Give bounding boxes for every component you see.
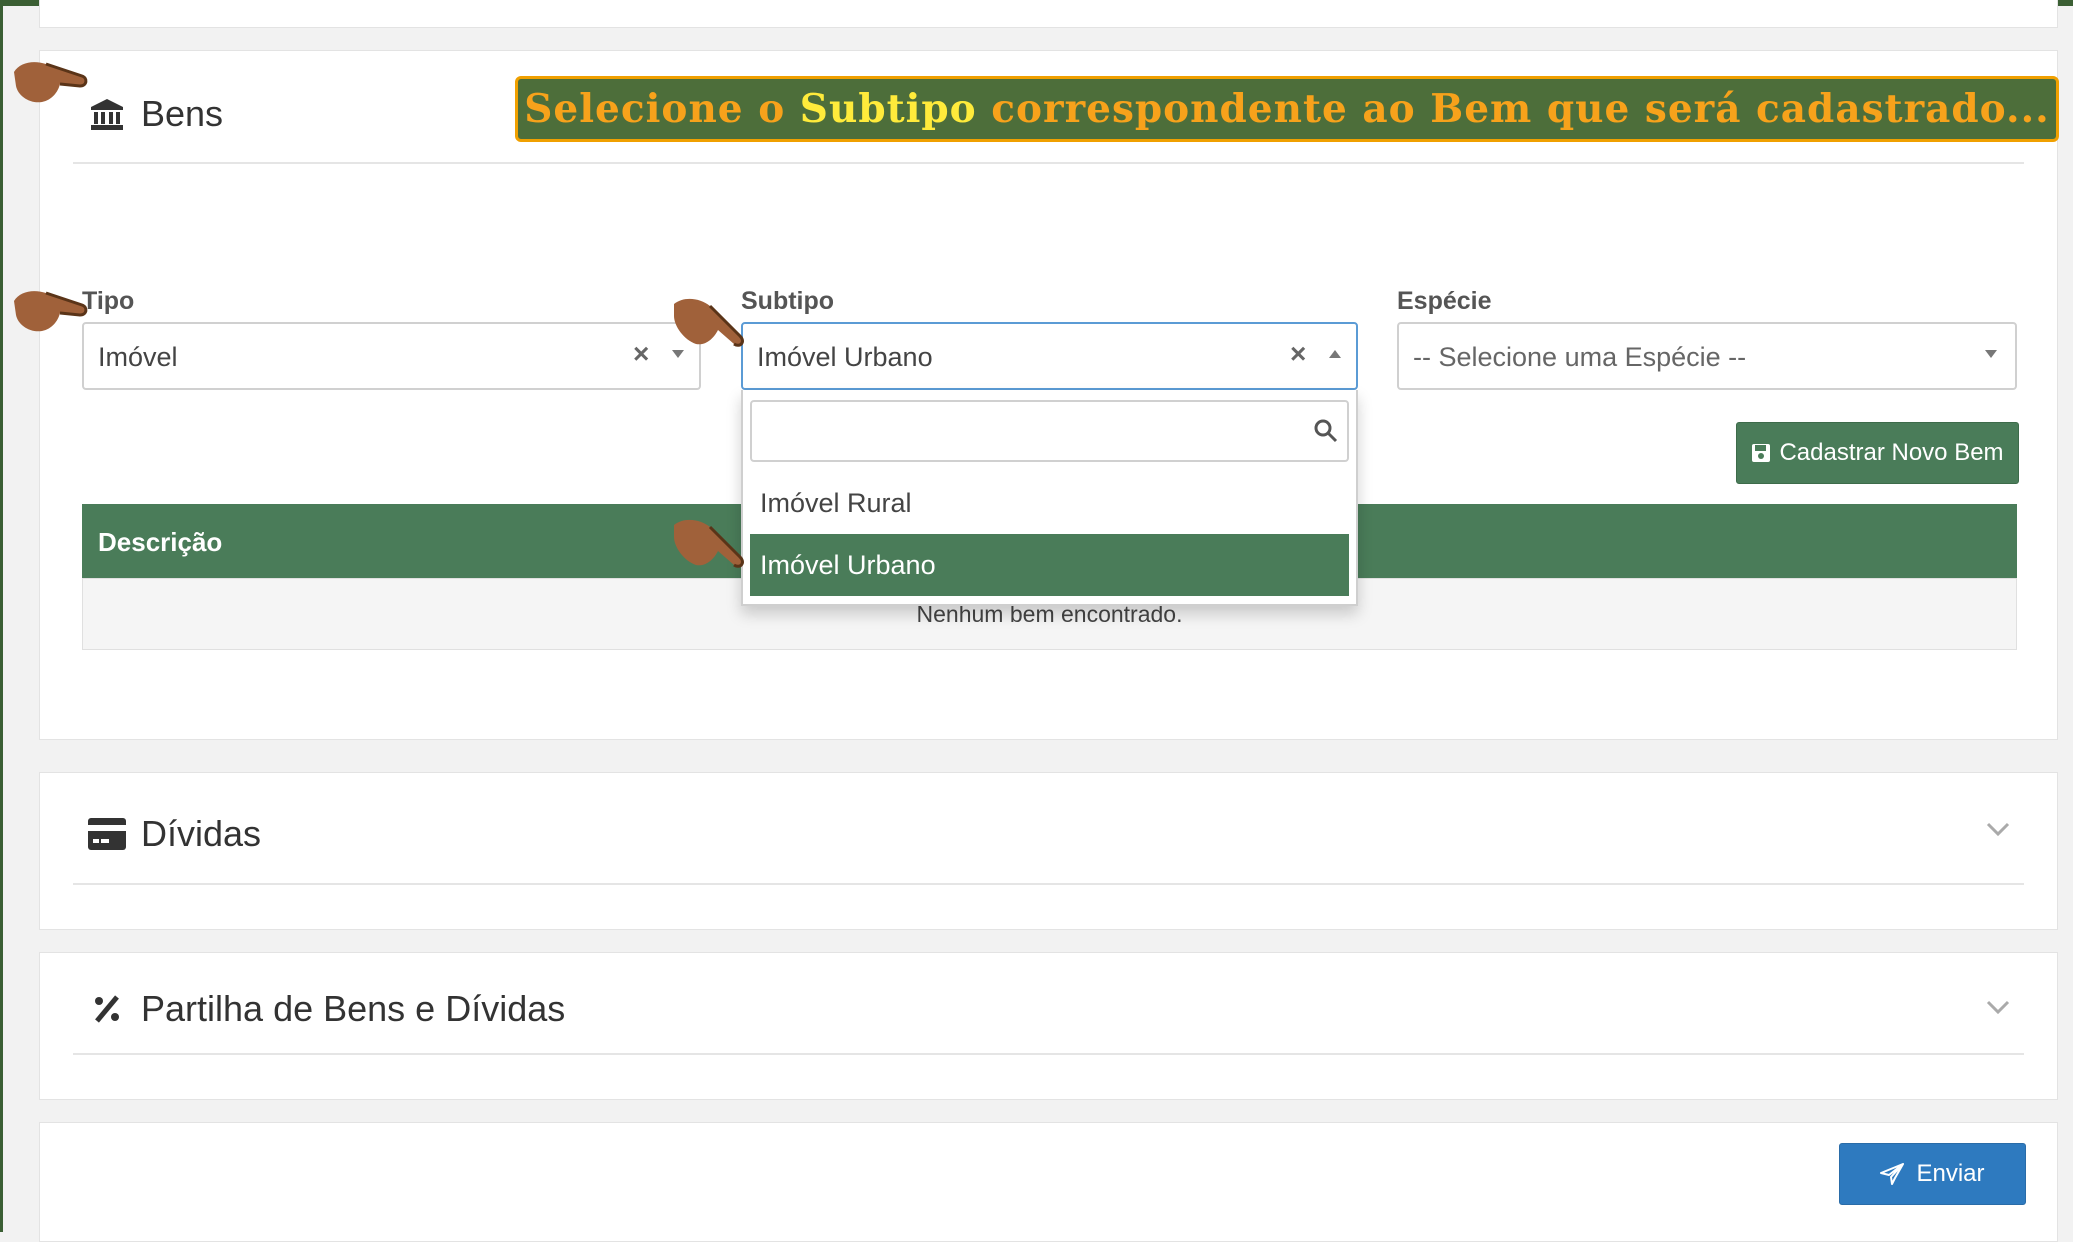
subtipo-option-selected[interactable]: Imóvel Urbano (750, 534, 1349, 596)
especie-select[interactable]: -- Selecione uma Espécie -- (1397, 322, 2017, 390)
especie-label: Espécie (1397, 287, 1492, 315)
subtipo-option[interactable]: Imóvel Rural (750, 472, 1349, 534)
percent-icon (87, 989, 127, 1029)
subtipo-label: Subtipo (741, 287, 835, 315)
banner-highlight: Subtipo (799, 86, 977, 132)
cadastrar-novo-bem-label: Cadastrar Novo Bem (1779, 439, 2004, 466)
footer-panel (39, 1122, 2058, 1242)
subtipo-value: Imóvel Urbano (757, 342, 933, 372)
enviar-label: Enviar (1916, 1160, 1985, 1187)
cadastrar-novo-bem-button[interactable]: Cadastrar Novo Bem (1736, 422, 2019, 484)
subtipo-arrow-up-icon[interactable] (1329, 350, 1341, 358)
tipo-value: Imóvel (98, 342, 178, 372)
dividas-panel: Dívidas (39, 772, 2058, 930)
bens-title-text: Bens (141, 93, 224, 134)
subtipo-dropdown: Imóvel Rural Imóvel Urbano (741, 390, 1358, 606)
pointing-hand-icon (674, 519, 744, 568)
bank-icon (87, 94, 127, 134)
subtipo-select[interactable]: Imóvel Urbano × (741, 322, 1358, 390)
tipo-label: Tipo (82, 287, 135, 315)
banner-text-before: Selecione o (524, 86, 800, 132)
partilha-header-divider (73, 1053, 2024, 1055)
partilha-panel: Partilha de Bens e Dívidas (39, 952, 2058, 1100)
bens-title[interactable]: Bens (87, 93, 223, 135)
credit-card-icon (87, 814, 127, 854)
chevron-down-icon[interactable] (1984, 993, 2012, 1021)
search-icon (1313, 418, 1339, 449)
especie-placeholder: -- Selecione uma Espécie -- (1413, 342, 1747, 372)
dividas-header-divider (73, 883, 2024, 885)
pointing-hand-icon (14, 291, 88, 332)
tipo-clear-icon[interactable]: × (633, 338, 649, 370)
partilha-title[interactable]: Partilha de Bens e Dívidas (87, 988, 565, 1030)
floppy-disk-icon (1751, 443, 1771, 463)
instruction-banner: Selecione o Subtipo correspondente ao Be… (515, 76, 2059, 142)
paper-plane-icon (1880, 1163, 1905, 1185)
descricao-column-header: Descrição (98, 527, 223, 557)
chevron-down-icon[interactable] (1984, 815, 2012, 843)
banner-text-after: correspondente ao Bem que será cadastrad… (976, 86, 2050, 132)
previous-panel (39, 0, 2058, 28)
enviar-button[interactable]: Enviar (1839, 1143, 2026, 1205)
especie-arrow-down-icon[interactable] (1985, 350, 1997, 358)
dividas-title-text: Dívidas (141, 813, 262, 854)
subtipo-clear-icon[interactable]: × (1290, 338, 1306, 370)
pointing-hand-icon (674, 298, 744, 347)
pointing-hand-icon (14, 62, 88, 103)
left-border (0, 0, 3, 1232)
dividas-title[interactable]: Dívidas (87, 813, 261, 855)
subtipo-search-input[interactable] (750, 400, 1349, 462)
bens-header-divider (73, 162, 2024, 164)
tipo-select[interactable]: Imóvel × (82, 322, 701, 390)
partilha-title-text: Partilha de Bens e Dívidas (141, 988, 566, 1029)
